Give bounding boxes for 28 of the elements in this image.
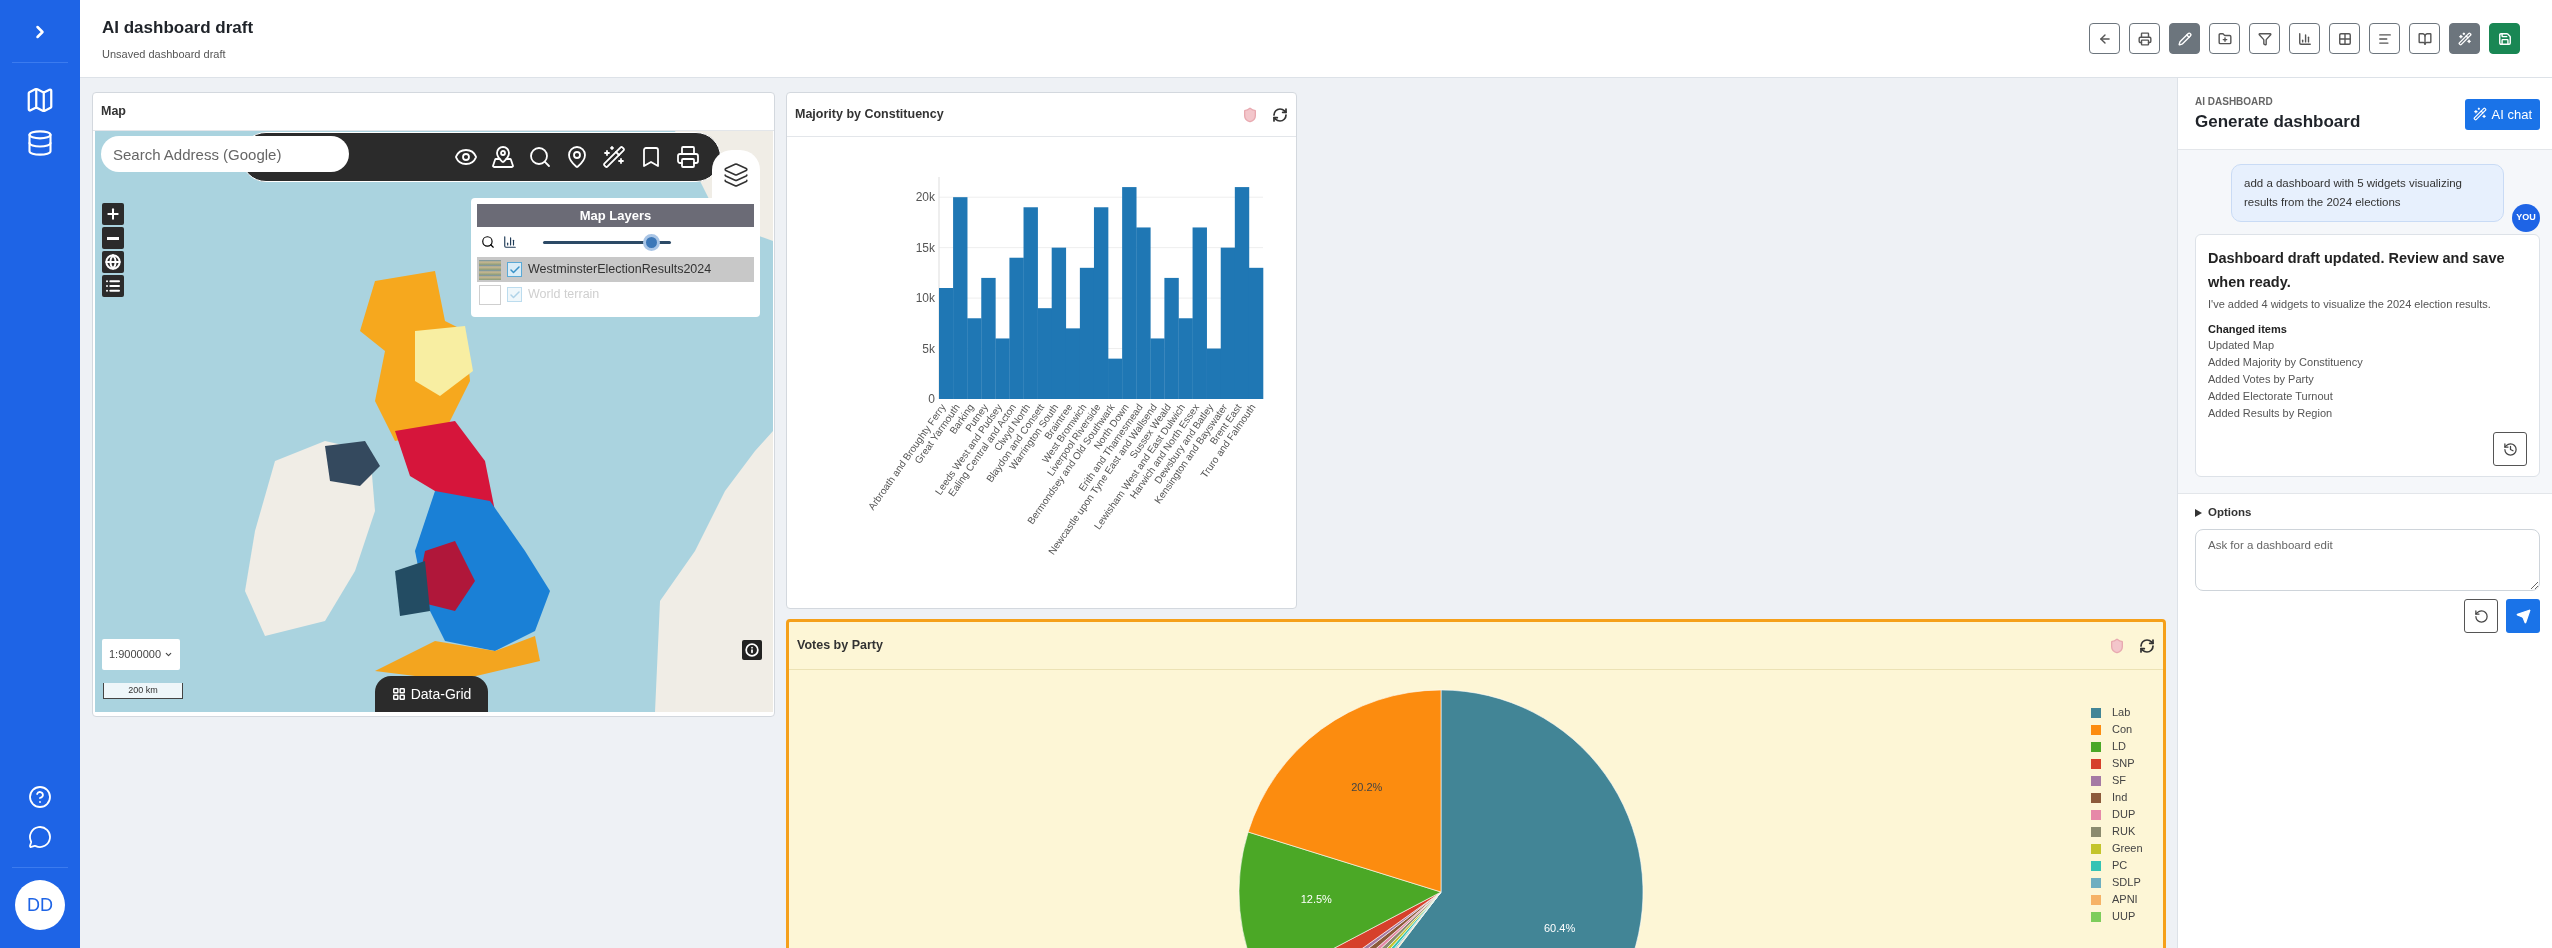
- axis-tick-label: 20k: [915, 190, 935, 205]
- panel-title: Generate dashboard: [2195, 111, 2361, 133]
- message-heading: Dashboard draft updated. Review and save when ready.: [2208, 248, 2506, 292]
- change-item: Added Electorate Turnout: [2208, 389, 2334, 404]
- widget-title: Majority by Constituency: [795, 106, 944, 124]
- change-item: Added Votes by Party: [2208, 372, 2315, 387]
- page-subtitle: Unsaved dashboard draft: [102, 47, 227, 62]
- widget-title: Votes by Party: [797, 637, 883, 655]
- layer-name: WestminsterElectionResults2024: [528, 261, 712, 279]
- user-avatar: YOU: [2512, 203, 2540, 232]
- change-item: Added Results by Region: [2208, 406, 2334, 421]
- scale-bar: 200 km: [103, 683, 183, 699]
- slice-label: 12.5%: [1300, 893, 1332, 906]
- user-message: add a dashboard with 5 widgets visualizing results from the 2024 elections: [2231, 163, 2504, 222]
- axis-tick-label: 10k: [915, 291, 935, 306]
- slice-label: 20.2%: [1351, 781, 1383, 794]
- axis-tick-label: 0: [928, 392, 935, 406]
- changes-heading: Changed items: [2208, 321, 2288, 337]
- panel-eyebrow: AI DASHBOARD: [2195, 95, 2274, 109]
- message-text: I've added 4 widgets to visualize the 2024 election results.: [2208, 296, 2492, 312]
- axis-tick-label: 5k: [922, 341, 935, 356]
- slice-label: 60.4%: [1544, 922, 1576, 935]
- axis-tick-label: 15k: [915, 240, 935, 255]
- widget-title: Map: [101, 103, 126, 121]
- change-item: Added Majority by Constituency: [2208, 355, 2364, 370]
- change-item: Updated Map: [2208, 338, 2276, 353]
- page-title: AI dashboard draft: [102, 16, 254, 39]
- panel-title: Map Layers: [477, 204, 754, 227]
